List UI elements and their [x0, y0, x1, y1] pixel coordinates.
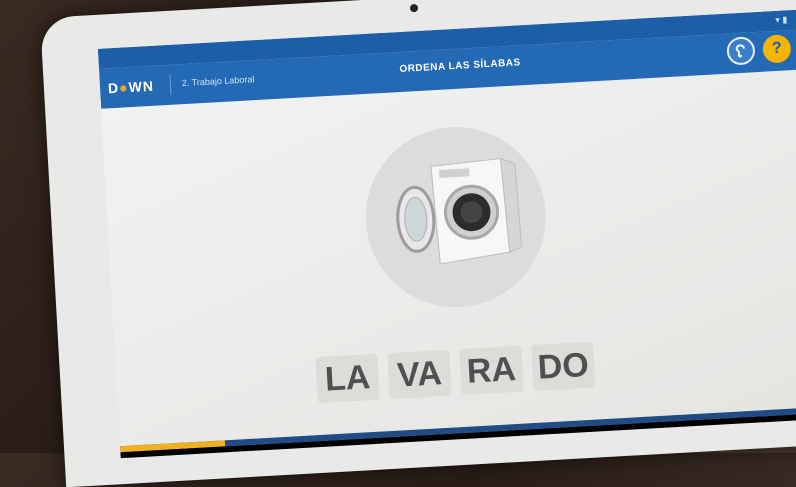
- status-icons: ▾ ▮: [774, 14, 788, 25]
- appbar-divider: [169, 74, 172, 95]
- progress-bar: [120, 407, 796, 453]
- logo-suffix: WN: [128, 77, 155, 96]
- android-nav-bar: ◁ ○ □: [120, 413, 796, 459]
- app-screen: ▾ ▮ D●WN 2. Trabajo Laboral ORDENA LAS S…: [97, 9, 796, 459]
- syllable-tile[interactable]: RA: [459, 345, 524, 396]
- ear-icon: [735, 44, 745, 58]
- syllable-tile[interactable]: LA: [315, 353, 380, 404]
- washing-machine-image: [396, 157, 523, 265]
- syllable-tile[interactable]: DO: [531, 341, 596, 392]
- syllable-tiles: LA VA RA DO: [315, 341, 596, 404]
- page-title: ORDENA LAS SÍLABAS: [399, 57, 521, 76]
- home-icon[interactable]: ○: [438, 440, 447, 456]
- breadcrumb[interactable]: 2. Trabajo Laboral: [182, 74, 255, 88]
- help-button[interactable]: ?: [762, 34, 792, 64]
- recents-icon[interactable]: □: [520, 435, 529, 451]
- syllable-tile[interactable]: VA: [387, 349, 452, 400]
- front-camera: [409, 3, 419, 13]
- back-icon[interactable]: ◁: [350, 445, 362, 458]
- tablet-device: ▾ ▮ D●WN 2. Trabajo Laboral ORDENA LAS S…: [40, 0, 796, 487]
- app-logo[interactable]: D●WN: [108, 78, 155, 97]
- exercise-image: [360, 122, 551, 312]
- audio-button[interactable]: [726, 36, 756, 66]
